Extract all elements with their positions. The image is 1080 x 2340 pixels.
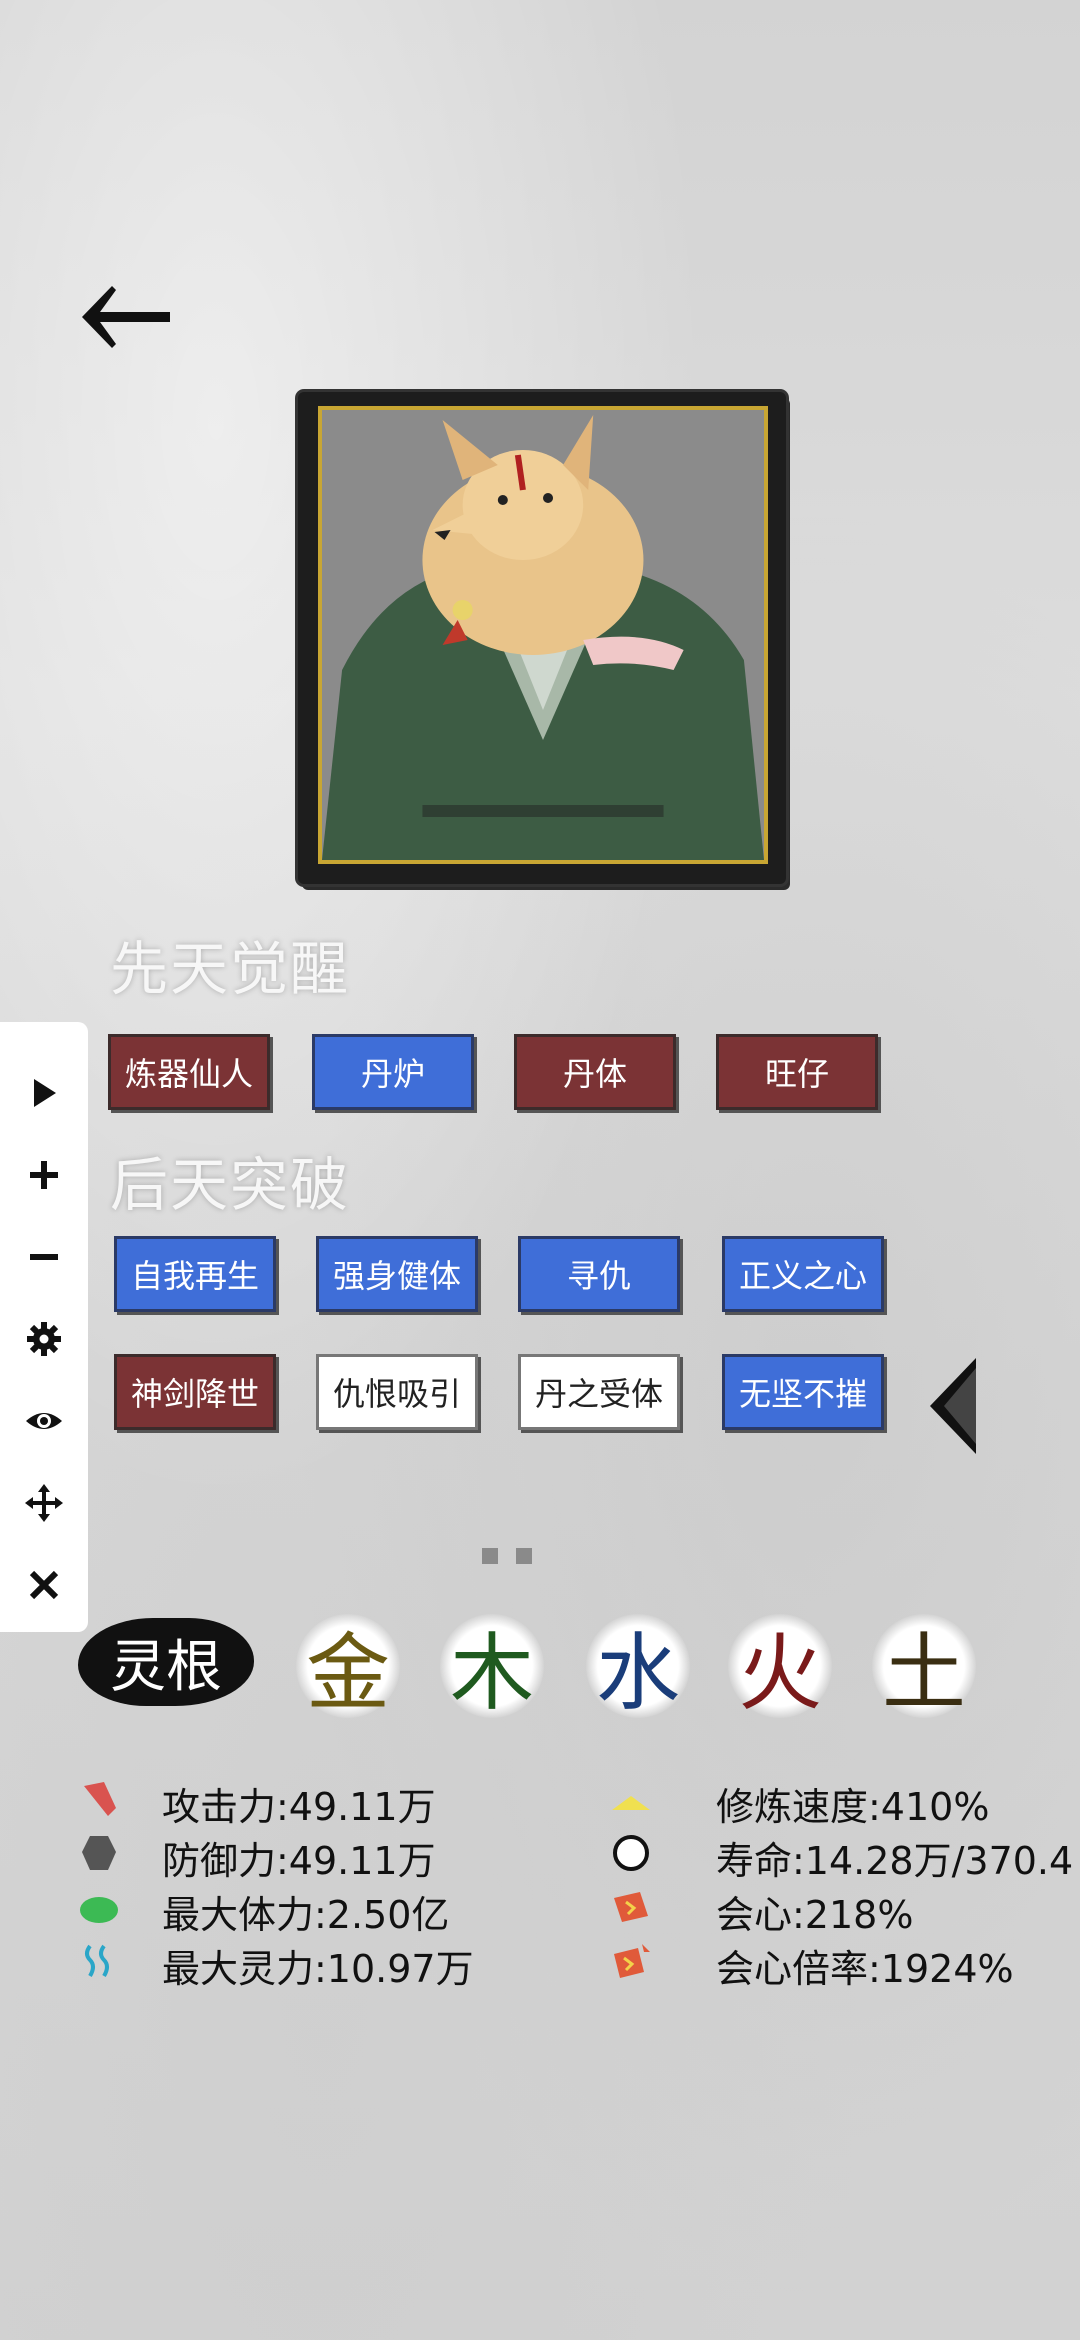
acquired-trait-button[interactable]: 正义之心	[722, 1236, 884, 1312]
close-icon	[29, 1570, 59, 1600]
spirit-root-element: 火	[728, 1614, 832, 1722]
eye-icon	[26, 1413, 62, 1429]
stat-right-value: 会心:218%	[716, 1893, 914, 1937]
health-icon	[78, 1886, 120, 1928]
move-button[interactable]	[0, 1468, 88, 1538]
spirit-root-element: 土	[872, 1614, 976, 1722]
page-dot	[516, 1548, 532, 1564]
acquired-breakthrough-title: 后天突破	[110, 1151, 351, 1219]
stat-left-value: 最大灵力:10.97万	[162, 1947, 474, 1991]
settings-button[interactable]	[0, 1304, 88, 1374]
triangle-left-icon	[930, 1358, 976, 1454]
zoom-out-button[interactable]	[0, 1222, 88, 1292]
spirit-icon	[78, 1940, 120, 1982]
lifespan-icon	[610, 1832, 652, 1874]
stat-left-value: 攻击力:49.11万	[162, 1785, 436, 1829]
critical-rate-icon	[610, 1940, 652, 1982]
attack-icon	[78, 1778, 120, 1820]
play-icon	[34, 1079, 56, 1107]
acquired-trait-button[interactable]: 寻仇	[518, 1236, 680, 1312]
acquired-trait-button[interactable]: 无坚不摧	[722, 1354, 884, 1430]
side-toolbar	[0, 1022, 88, 1632]
stat-right-value: 会心倍率:1924%	[716, 1947, 1014, 1991]
move-icon	[25, 1484, 63, 1522]
acquired-trait-button[interactable]: 自我再生	[114, 1236, 276, 1312]
innate-awakening-title: 先天觉醒	[110, 935, 351, 1003]
stat-left-value: 最大体力:2.50亿	[162, 1893, 450, 1937]
fox-character-image	[322, 410, 764, 860]
minus-icon	[30, 1254, 58, 1260]
play-button[interactable]	[0, 1058, 88, 1128]
close-button[interactable]	[0, 1550, 88, 1620]
spirit-root-element: 水	[586, 1614, 690, 1722]
spirit-root-element: 木	[440, 1614, 544, 1722]
acquired-trait-button[interactable]: 强身健体	[316, 1236, 478, 1312]
acquired-trait-button[interactable]: 丹之受体	[518, 1354, 680, 1430]
character-portrait	[318, 406, 768, 864]
visibility-button[interactable]	[0, 1386, 88, 1456]
stat-right-value: 修炼速度:410%	[716, 1785, 990, 1829]
stat-right-value: 寿命:14.28万/370.4	[716, 1839, 1074, 1883]
zoom-in-button[interactable]	[0, 1140, 88, 1210]
back-button[interactable]	[78, 282, 174, 352]
next-page-arrow[interactable]	[930, 1358, 976, 1454]
page-dot	[482, 1548, 498, 1564]
innate-trait-button[interactable]: 丹体	[514, 1034, 676, 1110]
acquired-trait-button[interactable]: 仇恨吸引	[316, 1354, 478, 1430]
defense-icon	[78, 1832, 120, 1874]
spirit-root-element: 金	[296, 1614, 400, 1722]
gear-icon	[27, 1322, 61, 1356]
cultivation-speed-icon	[610, 1778, 652, 1820]
spirit-root-label: 灵根	[78, 1618, 254, 1706]
stat-left-value: 防御力:49.11万	[162, 1839, 436, 1883]
acquired-trait-button[interactable]: 神剑降世	[114, 1354, 276, 1430]
innate-trait-button[interactable]: 丹炉	[312, 1034, 474, 1110]
critical-icon	[610, 1886, 652, 1928]
character-portrait-frame	[298, 392, 786, 884]
innate-trait-button[interactable]: 旺仔	[716, 1034, 878, 1110]
innate-trait-button[interactable]: 炼器仙人	[108, 1034, 270, 1110]
back-arrow-icon	[82, 286, 170, 348]
plus-icon	[30, 1161, 58, 1189]
